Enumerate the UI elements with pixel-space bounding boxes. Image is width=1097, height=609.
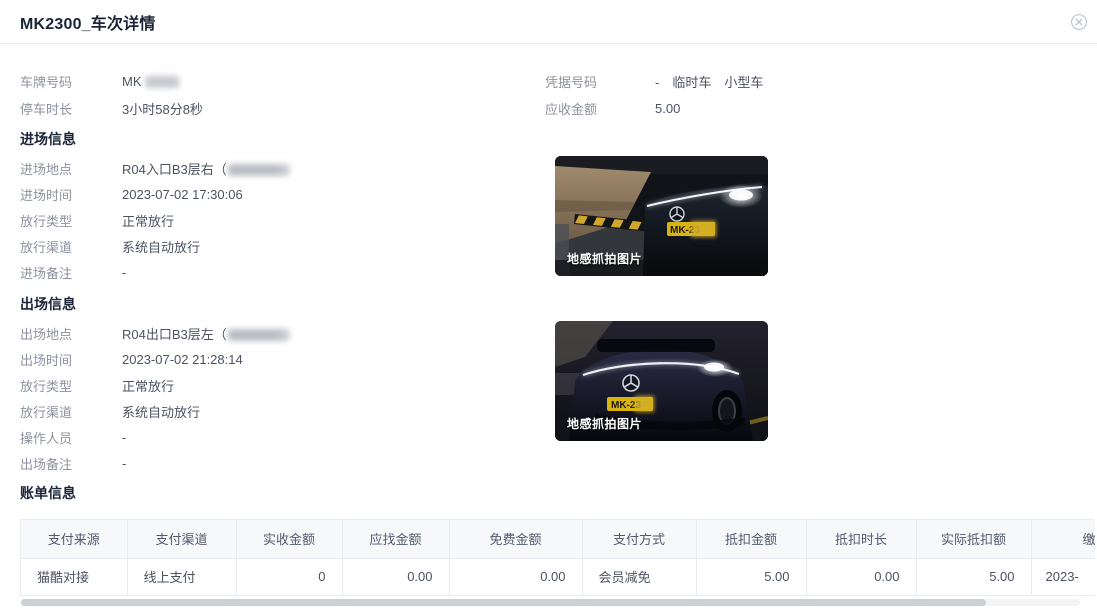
entry-release-channel-value: 系统自动放行 [122,237,200,256]
entry-capture-photo[interactable]: MK-23 地感抓拍图片 [555,156,768,276]
exit-info-rows: 出场地点 R04出口B3层左（ 出场时间 2023-07-02 21:28:14… [20,320,1077,476]
parking-duration-field: 停车时长 3小时58分8秒 [20,95,545,122]
td-free-amount: 0.00 [449,558,582,595]
trip-detail-dialog: MK2300_车次详情 车牌号码 MK 凭据号码 -临时车小型车 停车时长 3小… [0,0,1097,606]
entry-remark-row: 进场备注 - [20,259,1077,285]
vehicle-size-tag: 小型车 [724,75,763,90]
entry-remark-value: - [122,265,126,280]
th-received-amount: 实收金额 [236,520,342,558]
redacted-location-blur [228,164,290,176]
exit-time-row: 出场时间 2023-07-02 21:28:14 [20,346,1077,372]
voucher-number-field: 凭据号码 -临时车小型车 [545,68,1077,95]
voucher-number-value: -临时车小型车 [655,72,763,91]
exit-location-text: R04出口B3层左（ [122,327,227,342]
voucher-number-label: 凭据号码 [545,72,655,91]
exit-release-channel-row: 放行渠道 系统自动放行 [20,398,1077,424]
exit-release-channel-label: 放行渠道 [20,402,122,421]
th-actual-deduction: 实际抵扣额 [916,520,1031,558]
dialog-body: 车牌号码 MK 凭据号码 -临时车小型车 停车时长 3小时58分8秒 应收金额 … [0,68,1097,606]
exit-release-type-value: 正常放行 [122,376,174,395]
operator-label: 操作人员 [20,428,122,447]
vehicle-type-tag: 临时车 [672,75,711,90]
td-deduction-duration: 0.00 [806,558,916,595]
exit-capture-photo[interactable]: MK-23 地感抓拍图片 [555,321,768,441]
exit-time-value: 2023-07-02 21:28:14 [122,352,243,367]
plate-number-text: MK [122,74,142,89]
td-payment-source: 猫酷对接 [21,558,127,595]
th-payment-source: 支付来源 [21,520,127,558]
bill-data-row: 猫酷对接 线上支付 0 0.00 0.00 会员减免 5.00 0.00 5.0… [21,558,1095,595]
close-icon [1070,13,1088,31]
entry-time-row: 进场时间 2023-07-02 17:30:06 [20,181,1077,207]
redacted-plate-blur [145,76,179,88]
parking-duration-value: 3小时58分8秒 [122,99,203,118]
bill-table-viewport: 支付来源 支付渠道 实收金额 应找金额 免费金额 支付方式 抵扣金额 抵扣时长 … [20,519,1095,596]
operator-value: - [122,430,126,445]
th-payment-method: 支付方式 [582,520,696,558]
entry-release-channel-row: 放行渠道 系统自动放行 [20,233,1077,259]
th-deduction-amount: 抵扣金额 [696,520,806,558]
entry-release-channel-label: 放行渠道 [20,237,122,256]
td-payment-method: 会员减免 [582,558,696,595]
bill-header-row: 支付来源 支付渠道 实收金额 应找金额 免费金额 支付方式 抵扣金额 抵扣时长 … [21,520,1095,558]
exit-photo-caption: 地感抓拍图片 [567,415,642,432]
entry-location-row: 进场地点 R04入口B3层右（ [20,155,1077,181]
td-change-amount: 0.00 [342,558,449,595]
td-clipped-column: 2023- [1031,558,1095,595]
scrollbar-thumb[interactable] [21,599,986,606]
th-free-amount: 免费金额 [449,520,582,558]
td-actual-deduction: 5.00 [916,558,1031,595]
exit-location-value: R04出口B3层左（ [122,324,290,343]
exit-remark-row: 出场备注 - [20,450,1077,476]
th-deduction-duration: 抵扣时长 [806,520,916,558]
exit-release-type-label: 放行类型 [20,376,122,395]
table-horizontal-scrollbar[interactable] [20,599,1080,606]
td-received-amount: 0 [236,558,342,595]
operator-row: 操作人员 - [20,424,1077,450]
entry-location-value: R04入口B3层右（ [122,159,290,178]
exit-remark-value: - [122,456,126,471]
exit-location-label: 出场地点 [20,324,122,343]
dialog-title: MK2300_车次详情 [20,10,156,34]
dialog-header: MK2300_车次详情 [0,0,1097,44]
amount-due-label: 应收金额 [545,99,655,118]
td-deduction-amount: 5.00 [696,558,806,595]
entry-location-label: 进场地点 [20,159,122,178]
entry-time-value: 2023-07-02 17:30:06 [122,187,243,202]
entry-time-label: 进场时间 [20,185,122,204]
plate-number-value: MK [122,74,179,89]
plate-number-label: 车牌号码 [20,72,122,91]
entry-info-rows: 进场地点 R04入口B3层右（ 进场时间 2023-07-02 17:30:06… [20,155,1077,285]
exit-release-type-row: 放行类型 正常放行 [20,372,1077,398]
entry-remark-label: 进场备注 [20,263,122,282]
exit-time-label: 出场时间 [20,350,122,369]
amount-due-field: 应收金额 5.00 [545,95,1077,122]
exit-section-title: 出场信息 [20,295,1077,314]
summary-section: 车牌号码 MK 凭据号码 -临时车小型车 停车时长 3小时58分8秒 应收金额 … [20,68,1077,122]
th-payment-channel: 支付渠道 [127,520,236,558]
entry-release-type-label: 放行类型 [20,211,122,230]
exit-release-channel-value: 系统自动放行 [122,402,200,421]
bill-section-title: 账单信息 [20,484,1077,503]
th-clipped-column: 缴 [1031,520,1095,558]
entry-section-title: 进场信息 [20,130,1077,149]
close-button[interactable] [1070,13,1088,31]
entry-release-type-row: 放行类型 正常放行 [20,207,1077,233]
bill-table: 支付来源 支付渠道 实收金额 应找金额 免费金额 支付方式 抵扣金额 抵扣时长 … [21,520,1095,596]
exit-remark-label: 出场备注 [20,454,122,473]
amount-due-value: 5.00 [655,101,680,116]
voucher-number-text: - [655,75,659,90]
exit-location-row: 出场地点 R04出口B3层左（ [20,320,1077,346]
entry-location-text: R04入口B3层右（ [122,162,227,177]
plate-number-field: 车牌号码 MK [20,68,545,95]
entry-release-type-value: 正常放行 [122,211,174,230]
parking-duration-label: 停车时长 [20,99,122,118]
redacted-location-blur [228,329,290,341]
td-payment-channel: 线上支付 [127,558,236,595]
th-change-amount: 应找金额 [342,520,449,558]
entry-photo-caption: 地感抓拍图片 [567,250,642,267]
